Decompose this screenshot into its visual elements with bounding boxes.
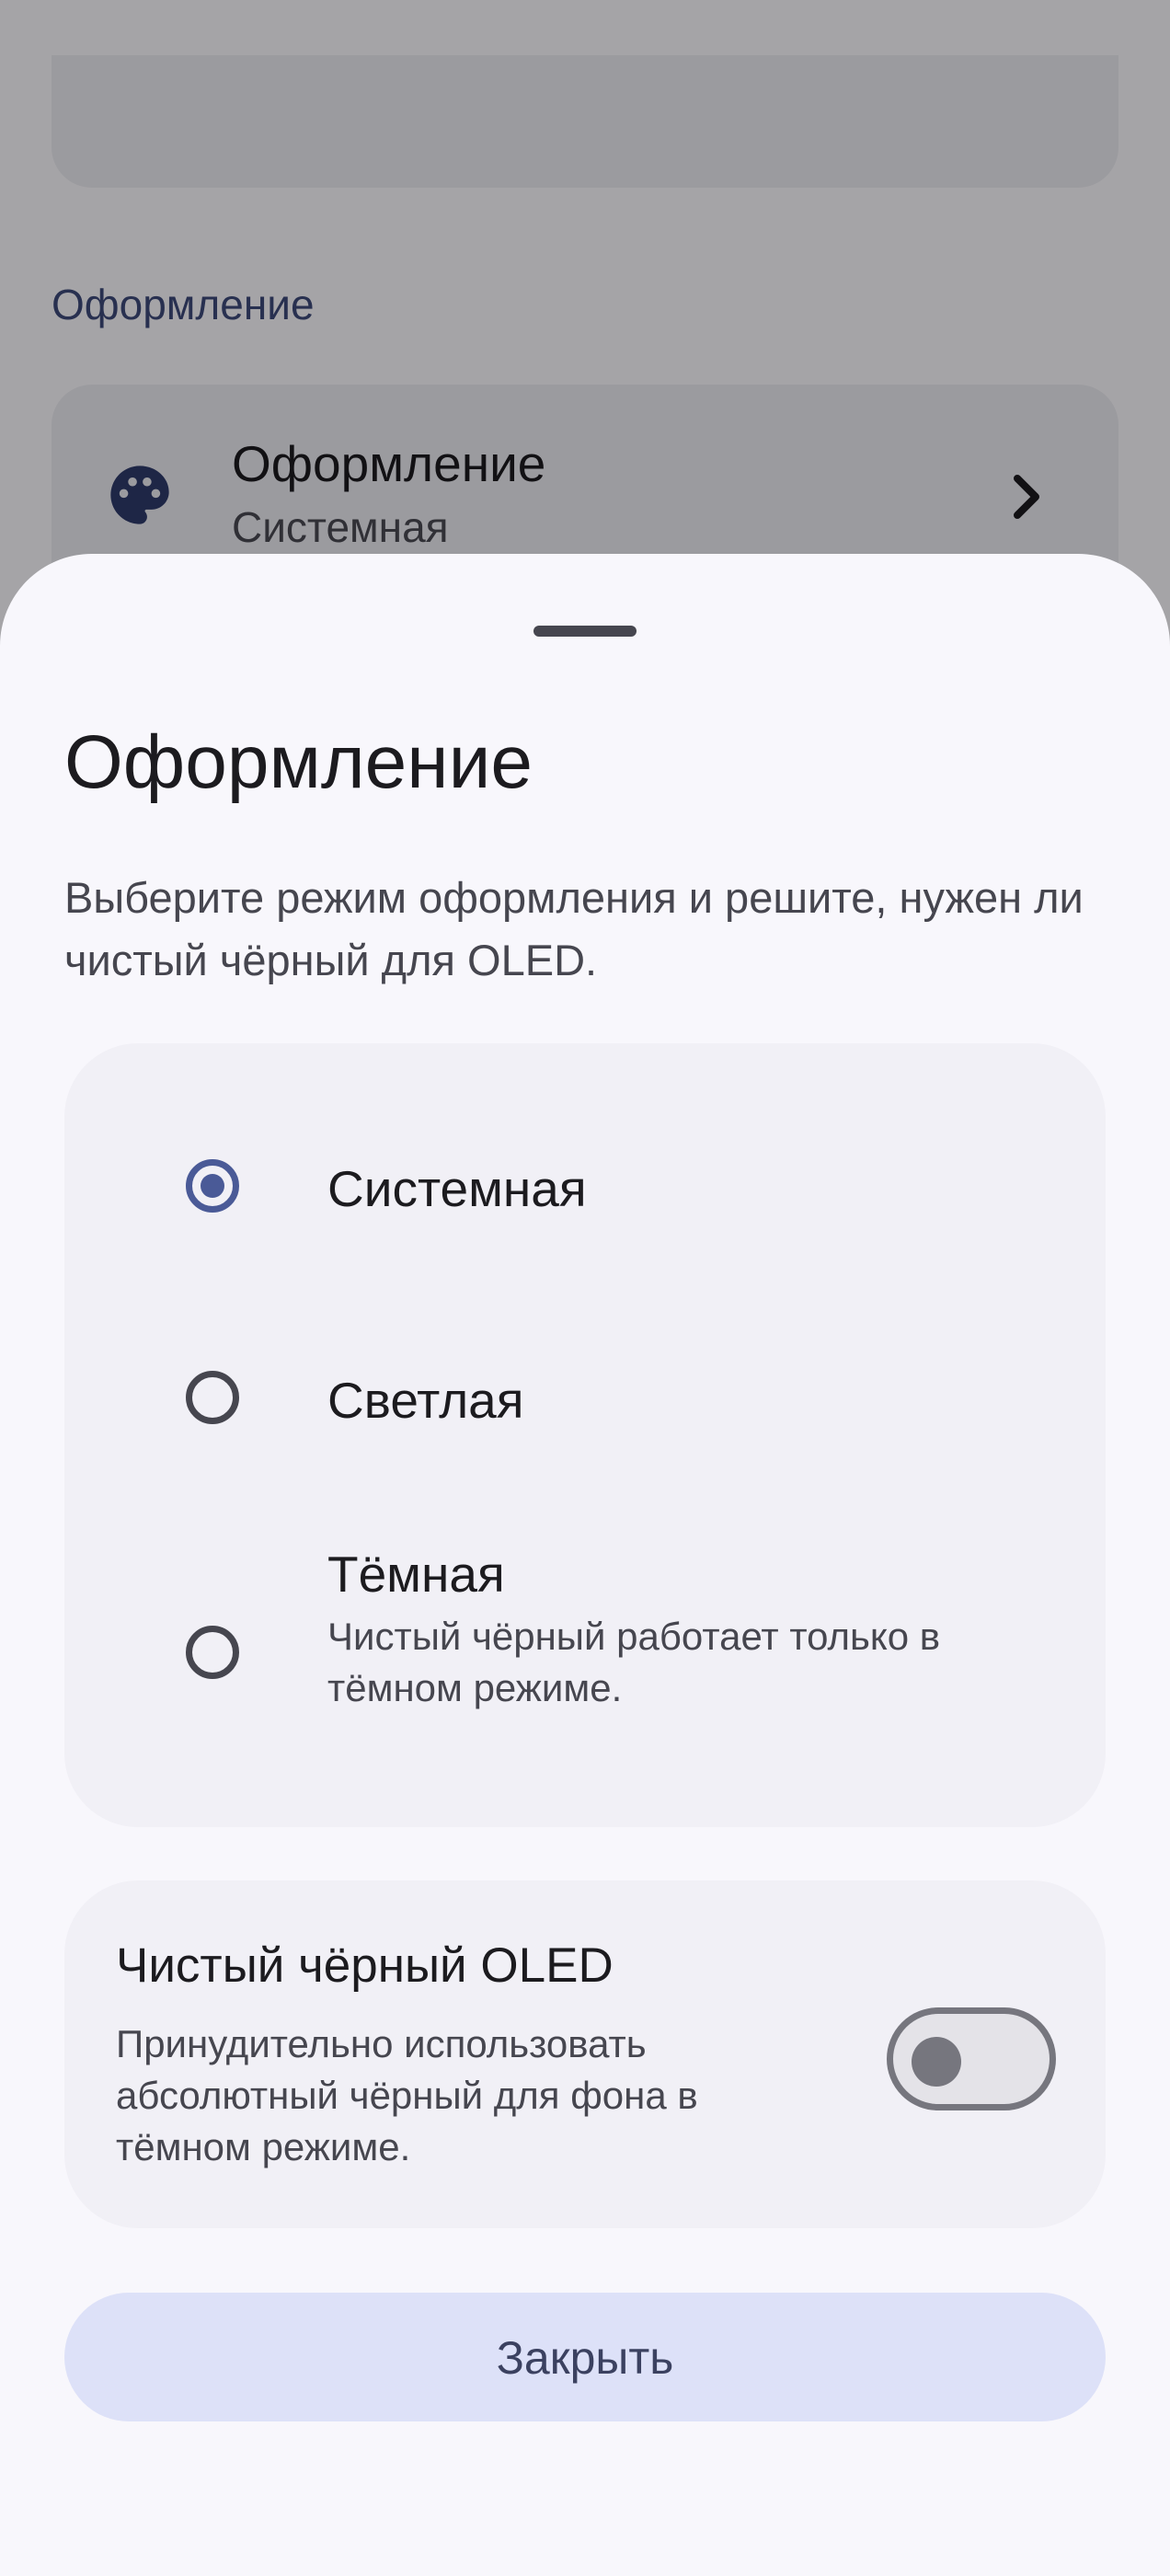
option-label: Системная	[327, 1160, 587, 1217]
oled-setting-card: Чистый чёрный OLED Принудительно использ…	[64, 1880, 1106, 2228]
sheet-title: Оформление	[64, 720, 533, 804]
drag-handle[interactable]	[533, 626, 637, 637]
sheet-description: Выберите режим оформления и решите, нуже…	[64, 873, 1084, 984]
option-system[interactable]: Системная	[64, 1126, 1106, 1292]
oled-toggle[interactable]	[887, 2007, 1056, 2110]
appearance-bottom-sheet: Оформление Выберите режим оформления и р…	[0, 554, 1170, 2576]
option-sublabel: Чистый чёрный работает только в тёмном р…	[327, 1615, 941, 1709]
oled-description: Принудительно использовать абсолютный чё…	[116, 2022, 698, 2168]
theme-options-card: Системная Светлая Тёмная Чистый чёрный р…	[64, 1043, 1106, 1827]
close-button[interactable]: Закрыть	[64, 2293, 1106, 2421]
radio-unselected-icon[interactable]	[186, 1371, 239, 1424]
option-dark[interactable]: Тёмная Чистый чёрный работает только в т…	[64, 1545, 1106, 1765]
radio-unselected-icon[interactable]	[186, 1626, 239, 1679]
radio-selected-icon[interactable]	[186, 1159, 239, 1213]
option-light[interactable]: Светлая	[64, 1338, 1106, 1503]
toggle-thumb	[912, 2037, 961, 2087]
oled-title: Чистый чёрный OLED	[116, 1938, 614, 1993]
option-label: Тёмная	[327, 1546, 505, 1603]
option-label: Светлая	[327, 1372, 524, 1429]
